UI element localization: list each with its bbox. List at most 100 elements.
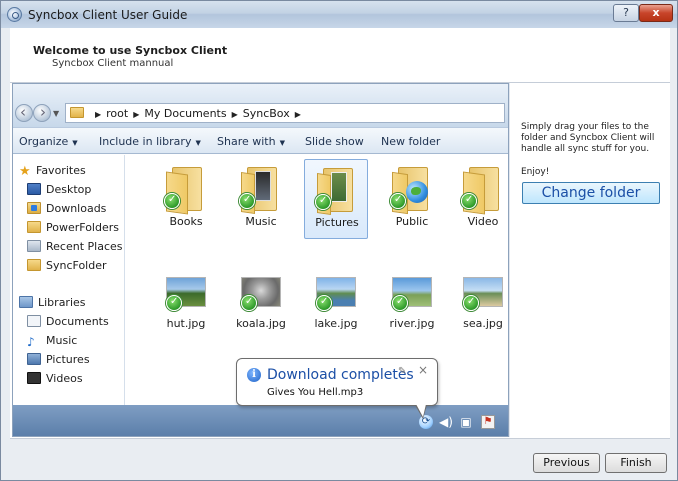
- folder-icon: [27, 221, 41, 233]
- file-river[interactable]: river.jpg: [380, 263, 444, 343]
- breadcrumb[interactable]: ▶ root ▶ My Documents ▶ SyncBox ▶: [65, 103, 505, 123]
- file-label: hut.jpg: [166, 317, 206, 330]
- breadcrumb-my-documents[interactable]: My Documents: [144, 107, 226, 120]
- instructions-panel: Simply drag your files to the folder and…: [509, 83, 670, 437]
- balloon-text: Gives You Hell.mp3: [267, 387, 364, 398]
- folder-label: Pictures: [315, 216, 359, 229]
- chevron-down-icon[interactable]: ▼: [53, 109, 59, 118]
- wizard-header: Welcome to use Syncbox Client Syncbox Cl…: [10, 28, 670, 83]
- taskbar-strip: ⟳ ◀) ▣ ⚑: [13, 405, 508, 436]
- folder-pictures[interactable]: Pictures: [304, 159, 368, 239]
- back-icon[interactable]: [15, 103, 33, 122]
- pictures-icon: [27, 353, 41, 365]
- breadcrumb-root[interactable]: root: [106, 107, 128, 120]
- library-icon: [19, 296, 33, 308]
- nav-item-music[interactable]: ♪ Music: [27, 334, 77, 350]
- nav-item-powerfolders[interactable]: PowerFolders: [27, 221, 119, 237]
- video-icon: [27, 372, 41, 384]
- forward-icon[interactable]: [33, 103, 51, 122]
- folder-video[interactable]: Video: [451, 159, 508, 239]
- navigation-pane: ★ Favorites Desktop Downloads PowerFolder…: [13, 155, 125, 405]
- star-icon: ★: [19, 164, 31, 179]
- file-koala[interactable]: koala.jpg: [229, 263, 293, 343]
- globe-icon: [406, 181, 428, 203]
- page-title: Welcome to use Syncbox Client: [33, 44, 228, 57]
- title-bar[interactable]: Syncbox Client User Guide ? x: [1, 1, 677, 28]
- folder-icon: [27, 259, 41, 271]
- organize-menu[interactable]: Organize ▼: [19, 135, 78, 148]
- explorer-toolbar: Organize ▼ Include in library ▼ Share with…: [13, 127, 508, 154]
- folder-label: Public: [395, 215, 429, 228]
- arrow-icon: ▶: [133, 110, 140, 119]
- file-sea[interactable]: sea.jpg: [451, 263, 508, 343]
- check-icon: [461, 193, 477, 209]
- file-label: sea.jpg: [463, 317, 503, 330]
- desktop-icon: [27, 183, 41, 195]
- document-icon: [27, 315, 41, 327]
- nav-item-pictures[interactable]: Pictures: [27, 353, 90, 369]
- close-button[interactable]: x: [639, 4, 673, 22]
- nav-item-videos[interactable]: Videos: [27, 372, 83, 388]
- folder-icon: [390, 167, 432, 215]
- folder-books[interactable]: Books: [154, 159, 218, 239]
- nav-item-favorites[interactable]: ★ Favorites: [19, 164, 86, 180]
- previous-button[interactable]: Previous: [533, 453, 600, 473]
- check-icon: [164, 193, 180, 209]
- help-button[interactable]: ?: [613, 4, 639, 22]
- folder-icon: [164, 167, 206, 215]
- breadcrumb-syncbox[interactable]: SyncBox: [243, 107, 290, 120]
- balloon-close-button[interactable]: ×: [418, 363, 428, 377]
- music-icon: ♪: [27, 335, 35, 349]
- check-icon: [239, 193, 255, 209]
- folder-label: Video: [467, 215, 499, 228]
- nav-item-downloads[interactable]: Downloads: [27, 202, 106, 218]
- pin-icon[interactable]: ✎: [398, 366, 406, 377]
- folder-label: Books: [169, 215, 203, 228]
- info-icon: i: [247, 368, 261, 382]
- folder-icon: [239, 167, 281, 214]
- balloon-title: Download completes: [267, 367, 414, 383]
- arrow-icon: ▶: [231, 110, 238, 119]
- check-icon: [315, 194, 331, 210]
- file-lake[interactable]: lake.jpg: [304, 263, 368, 343]
- notification-balloon[interactable]: i Download completes ✎ × Gives You Hell.…: [236, 358, 438, 419]
- check-icon: [392, 295, 408, 311]
- folder-icon: [70, 107, 84, 118]
- check-icon: [316, 295, 332, 311]
- file-label: koala.jpg: [236, 317, 286, 330]
- address-bar: ▼ ▶ root ▶ My Documents ▶ SyncBox ▶: [13, 84, 508, 127]
- folder-music[interactable]: Music: [229, 159, 293, 239]
- arrow-icon: ▶: [95, 110, 102, 119]
- enjoy-text: Enjoy!: [521, 167, 550, 177]
- check-icon: [463, 295, 479, 311]
- nav-item-syncfolder[interactable]: SyncFolder: [27, 259, 107, 275]
- nav-item-recent-places[interactable]: Recent Places: [27, 240, 123, 256]
- include-in-library-menu[interactable]: Include in library ▼: [99, 135, 201, 148]
- finish-button[interactable]: Finish: [605, 453, 667, 473]
- volume-icon[interactable]: ◀): [439, 415, 453, 429]
- window-title: Syncbox Client User Guide: [28, 8, 188, 22]
- flag-icon[interactable]: ⚑: [481, 415, 495, 429]
- instructions-text: Simply drag your files to the folder and…: [521, 122, 655, 154]
- app-icon: [7, 7, 22, 22]
- new-folder-button[interactable]: New folder: [381, 135, 440, 148]
- folder-icon: [315, 168, 357, 215]
- recent-places-icon: [27, 240, 41, 252]
- folder-label: Music: [245, 215, 277, 228]
- balloon-tail-fill: [416, 404, 426, 417]
- file-hut[interactable]: hut.jpg: [154, 263, 218, 343]
- slide-show-button[interactable]: Slide show: [305, 135, 364, 148]
- nav-item-libraries[interactable]: Libraries: [19, 296, 86, 312]
- change-folder-button[interactable]: Change folder: [522, 182, 660, 204]
- folder-public[interactable]: Public: [380, 159, 444, 239]
- arrow-icon: ▶: [294, 110, 301, 119]
- nav-item-desktop[interactable]: Desktop: [27, 183, 91, 199]
- page-subtitle: Syncbox Client mannual: [52, 58, 174, 69]
- check-icon: [166, 295, 182, 311]
- wizard-footer: Previous Finish: [10, 438, 670, 478]
- wizard-window: Syncbox Client User Guide ? x Welcome to…: [0, 0, 678, 481]
- share-with-menu[interactable]: Share with ▼: [217, 135, 285, 148]
- network-icon[interactable]: ▣: [459, 415, 473, 429]
- file-label: lake.jpg: [314, 317, 358, 330]
- nav-item-documents[interactable]: Documents: [27, 315, 109, 331]
